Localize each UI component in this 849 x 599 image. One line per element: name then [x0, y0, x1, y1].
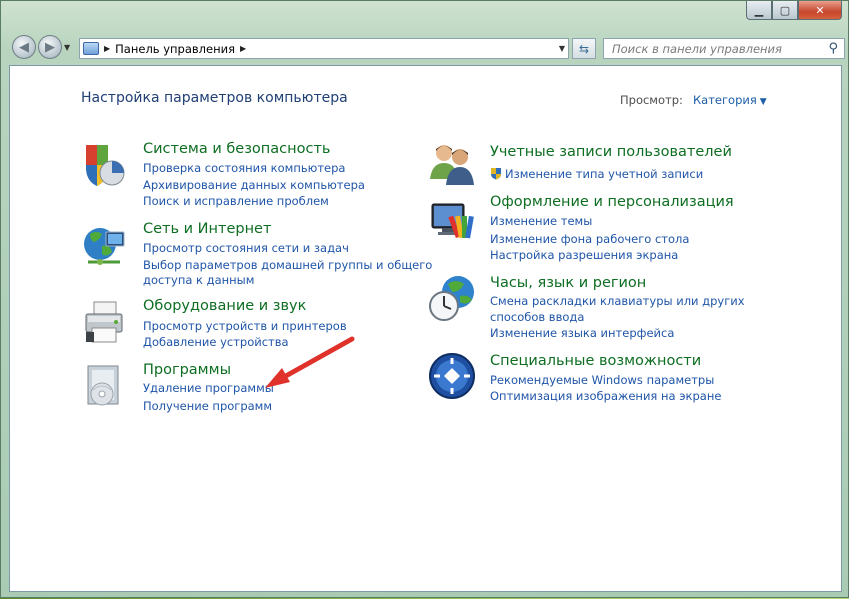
clock-globe-icon [429, 276, 474, 321]
link-backup-data[interactable]: Архивирование данных компьютера [143, 177, 365, 193]
close-button[interactable]: ✕ [798, 1, 842, 20]
category-title-user-accounts[interactable]: Учетные записи пользователей [490, 144, 732, 160]
content-pane: Настройка параметров компьютера Просмотр… [9, 65, 842, 592]
link-get-programs[interactable]: Получение программ [143, 398, 272, 414]
link-check-computer-status[interactable]: Проверка состояния компьютера [143, 160, 345, 176]
category-title-system-security[interactable]: Система и безопасность [143, 141, 330, 157]
shield-pie-icon [86, 145, 125, 186]
forward-button[interactable]: ▶ [38, 35, 62, 59]
link-change-keyboard[interactable]: Смена раскладки клавиатуры или других [490, 293, 745, 309]
category-title-appearance[interactable]: Оформление и персонализация [490, 194, 734, 210]
search-icon[interactable]: ⚲ [828, 41, 838, 56]
back-button[interactable]: ◀ [12, 35, 36, 59]
uac-shield-icon [491, 168, 501, 180]
control-panel-icon [83, 42, 99, 55]
refresh-button[interactable]: ⇆ [572, 38, 596, 59]
users-icon [430, 145, 474, 185]
category-title-network-internet[interactable]: Сеть и Интернет [143, 221, 271, 237]
link-change-keyboard-cont[interactable]: способов ввода [490, 309, 584, 325]
link-change-desktop-background[interactable]: Изменение фона рабочего стола [490, 231, 689, 247]
printer-icon [85, 301, 123, 343]
link-change-account-type[interactable]: Изменение типа учетной записи [490, 166, 703, 182]
caption-buttons: ▁ ▢ ✕ [746, 1, 842, 20]
minimize-button[interactable]: ▁ [746, 1, 772, 20]
link-network-status[interactable]: Просмотр состояния сети и задач [143, 240, 349, 256]
link-homegroup-options[interactable]: Выбор параметров домашней группы и общег… [143, 257, 432, 273]
recent-pages-dropdown[interactable]: ▼ [64, 43, 70, 52]
refresh-icon: ⇆ [578, 41, 590, 56]
globe-network-icon [84, 228, 125, 265]
chevron-right-icon[interactable]: ▶ [240, 44, 246, 53]
category-title-clock-language-region[interactable]: Часы, язык и регион [490, 275, 646, 291]
address-dropdown-icon[interactable]: ▼ [559, 44, 565, 53]
maximize-button[interactable]: ▢ [772, 1, 798, 20]
link-uninstall-program[interactable]: Удаление программы [143, 380, 274, 396]
link-troubleshoot[interactable]: Поиск и исправление проблем [143, 193, 329, 209]
chevron-down-icon: ▼ [759, 97, 767, 107]
view-by-dropdown[interactable]: Категория ▼ [693, 93, 767, 107]
search-box: ⚲ [603, 38, 845, 59]
page-title: Настройка параметров компьютера [81, 90, 348, 106]
category-title-hardware-sound[interactable]: Оборудование и звук [143, 298, 306, 314]
control-panel-window: ▁ ▢ ✕ ◀ ▶ ▼ ▶ Панель управления ▶ ▼ ⇆ ⚲ … [0, 0, 849, 598]
view-by-label: Просмотр: [620, 93, 683, 107]
link-devices-printers[interactable]: Просмотр устройств и принтеров [143, 318, 347, 334]
link-recommended-settings[interactable]: Рекомендуемые Windows параметры [490, 372, 714, 388]
navigation-bar: ◀ ▶ ▼ ▶ Панель управления ▶ ▼ ⇆ ⚲ [1, 31, 849, 63]
link-optimize-visual-display[interactable]: Оптимизация изображения на экране [490, 388, 721, 404]
link-change-theme[interactable]: Изменение темы [490, 213, 592, 229]
programs-disc-icon [87, 365, 119, 406]
chevron-right-icon[interactable]: ▶ [104, 44, 110, 53]
forward-arrow-icon: ▶ [45, 39, 55, 55]
back-arrow-icon: ◀ [19, 39, 29, 55]
link-change-display-language[interactable]: Изменение языка интерфейса [490, 325, 674, 341]
link-screen-resolution[interactable]: Настройка разрешения экрана [490, 247, 678, 263]
link-homegroup-options-cont[interactable]: доступа к данным [143, 272, 254, 288]
category-title-ease-of-access[interactable]: Специальные возможности [490, 353, 701, 369]
breadcrumb-control-panel[interactable]: Панель управления [115, 42, 235, 56]
view-by-value: Категория [693, 93, 757, 107]
accessibility-icon [429, 353, 475, 399]
search-input[interactable] [610, 40, 824, 57]
address-bar[interactable]: ▶ Панель управления ▶ ▼ [79, 38, 569, 59]
category-title-programs[interactable]: Программы [143, 362, 231, 378]
monitor-palette-icon [431, 203, 474, 239]
link-change-account-type-label: Изменение типа учетной записи [505, 167, 704, 181]
link-add-device[interactable]: Добавление устройства [143, 334, 289, 350]
